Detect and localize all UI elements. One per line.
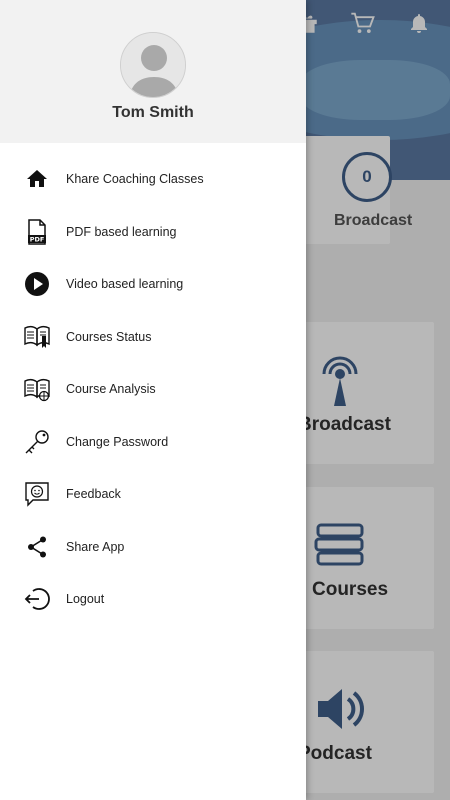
menu-item-home[interactable]: Khare Coaching Classes xyxy=(0,153,306,206)
menu-item-label: Khare Coaching Classes xyxy=(66,172,204,187)
drawer-header: Tom Smith xyxy=(0,0,306,143)
play-circle-icon xyxy=(24,271,50,297)
menu-item-label: Logout xyxy=(66,592,105,607)
user-name: Tom Smith xyxy=(112,104,194,121)
menu-item-label: Video based learning xyxy=(66,277,184,292)
key-icon xyxy=(24,429,50,455)
menu-item-share-app[interactable]: Share App xyxy=(0,521,306,574)
menu-item-pdf-learning[interactable]: PDF PDF based learning xyxy=(0,206,306,259)
home-icon xyxy=(24,166,50,192)
pdf-file-icon: PDF xyxy=(24,219,50,245)
menu-item-change-password[interactable]: Change Password xyxy=(0,416,306,469)
menu-item-label: PDF based learning xyxy=(66,224,177,239)
logout-icon xyxy=(24,586,50,612)
menu-item-label: Courses Status xyxy=(66,329,152,344)
svg-text:PDF: PDF xyxy=(30,235,45,243)
drawer-menu: Khare Coaching Classes PDF PDF based lea… xyxy=(0,143,306,626)
menu-item-label: Feedback xyxy=(66,487,121,502)
share-icon xyxy=(24,534,50,560)
avatar[interactable] xyxy=(120,32,186,98)
menu-item-label: Share App xyxy=(66,539,125,554)
book-status-icon xyxy=(24,324,50,350)
navigation-drawer: Tom Smith Khare Coaching Classes PDF PDF… xyxy=(0,0,306,800)
menu-item-course-analysis[interactable]: Course Analysis xyxy=(0,363,306,416)
menu-item-label: Change Password xyxy=(66,434,169,449)
menu-item-feedback[interactable]: Feedback xyxy=(0,468,306,521)
menu-item-label: Course Analysis xyxy=(66,382,156,397)
feedback-smile-icon xyxy=(24,481,50,507)
menu-item-logout[interactable]: Logout xyxy=(0,573,306,626)
menu-item-courses-status[interactable]: Courses Status xyxy=(0,311,306,364)
menu-item-video-learning[interactable]: Video based learning xyxy=(0,258,306,311)
book-analysis-icon xyxy=(24,376,50,402)
